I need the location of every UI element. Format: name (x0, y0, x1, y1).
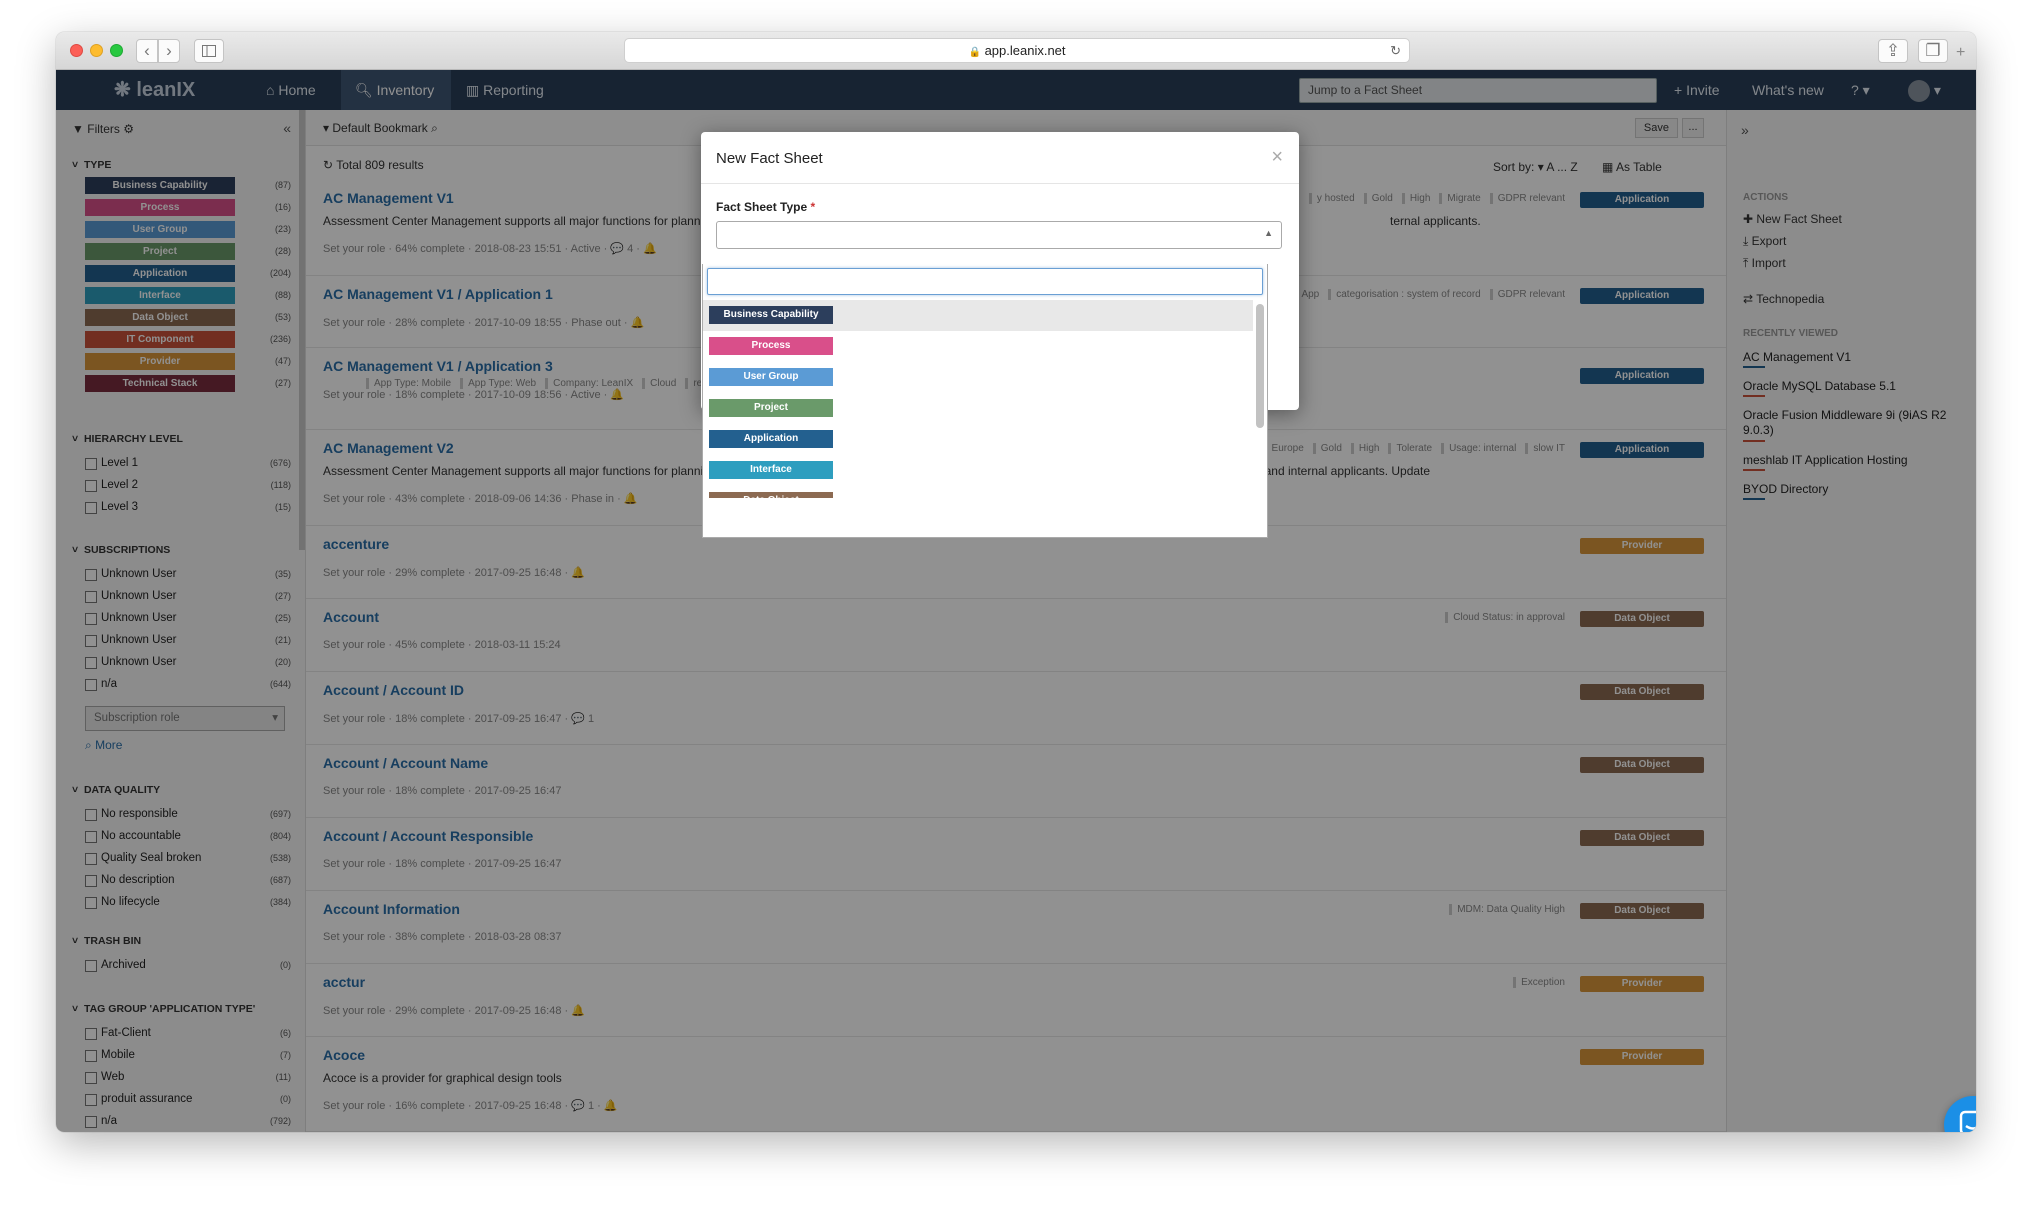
share-icon[interactable]: ⇪ (1878, 39, 1908, 63)
dropdown-option[interactable]: Application (703, 424, 1253, 455)
chat-icon (1959, 1110, 1976, 1132)
option-badge: Project (709, 399, 833, 417)
maximize-window-button[interactable] (110, 44, 123, 57)
fact-sheet-type-select[interactable]: ▲ (716, 221, 1282, 249)
close-icon[interactable]: × (1271, 146, 1283, 169)
tabs-icon[interactable]: ❐ (1918, 39, 1948, 63)
fact-sheet-type-dropdown: Business Capability Process User Group Proj… (702, 264, 1268, 538)
fact-sheet-type-label: Fact Sheet Type * (716, 200, 816, 214)
minimize-window-button[interactable] (90, 44, 103, 57)
sidebar-toggle-icon[interactable] (194, 39, 224, 63)
dropdown-options: Business Capability Process User Group Proj… (703, 300, 1255, 498)
browser-toolbar: ‹ › 🔒 app.leanix.net ↻ ⇪ ❐ + (56, 32, 1976, 70)
option-badge: Business Capability (709, 306, 833, 324)
chevron-up-icon: ▲ (1264, 228, 1273, 238)
reload-icon[interactable]: ↻ (1390, 39, 1401, 62)
forward-icon[interactable]: › (158, 39, 180, 63)
option-badge: User Group (709, 368, 833, 386)
dropdown-option[interactable]: Project (703, 393, 1253, 424)
new-tab-icon[interactable]: + (1956, 44, 1965, 62)
chat-button[interactable] (1944, 1096, 1976, 1132)
dropdown-option[interactable]: Data Object (703, 486, 1253, 498)
option-badge: Data Object (709, 492, 833, 498)
dropdown-option[interactable]: Process (703, 331, 1253, 362)
address-bar[interactable]: 🔒 app.leanix.net ↻ (624, 38, 1410, 63)
dropdown-scrollbar[interactable] (1256, 304, 1264, 428)
dropdown-search-input[interactable] (707, 268, 1263, 295)
option-badge: Process (709, 337, 833, 355)
close-window-button[interactable] (70, 44, 83, 57)
browser-window: ‹ › 🔒 app.leanix.net ↻ ⇪ ❐ + ❋ leanIX ⌂ H… (56, 32, 1976, 1132)
dropdown-option[interactable]: User Group (703, 362, 1253, 393)
lock-icon: 🔒 (968, 47, 981, 58)
option-badge: Application (709, 430, 833, 448)
dropdown-option[interactable]: Interface (703, 455, 1253, 486)
modal-header: New Fact Sheet × (701, 132, 1299, 184)
modal-title: New Fact Sheet (716, 150, 823, 167)
dropdown-option[interactable]: Business Capability (703, 300, 1253, 331)
option-badge: Interface (709, 461, 833, 479)
url-text: app.leanix.net (984, 43, 1066, 58)
back-icon[interactable]: ‹ (136, 39, 158, 63)
